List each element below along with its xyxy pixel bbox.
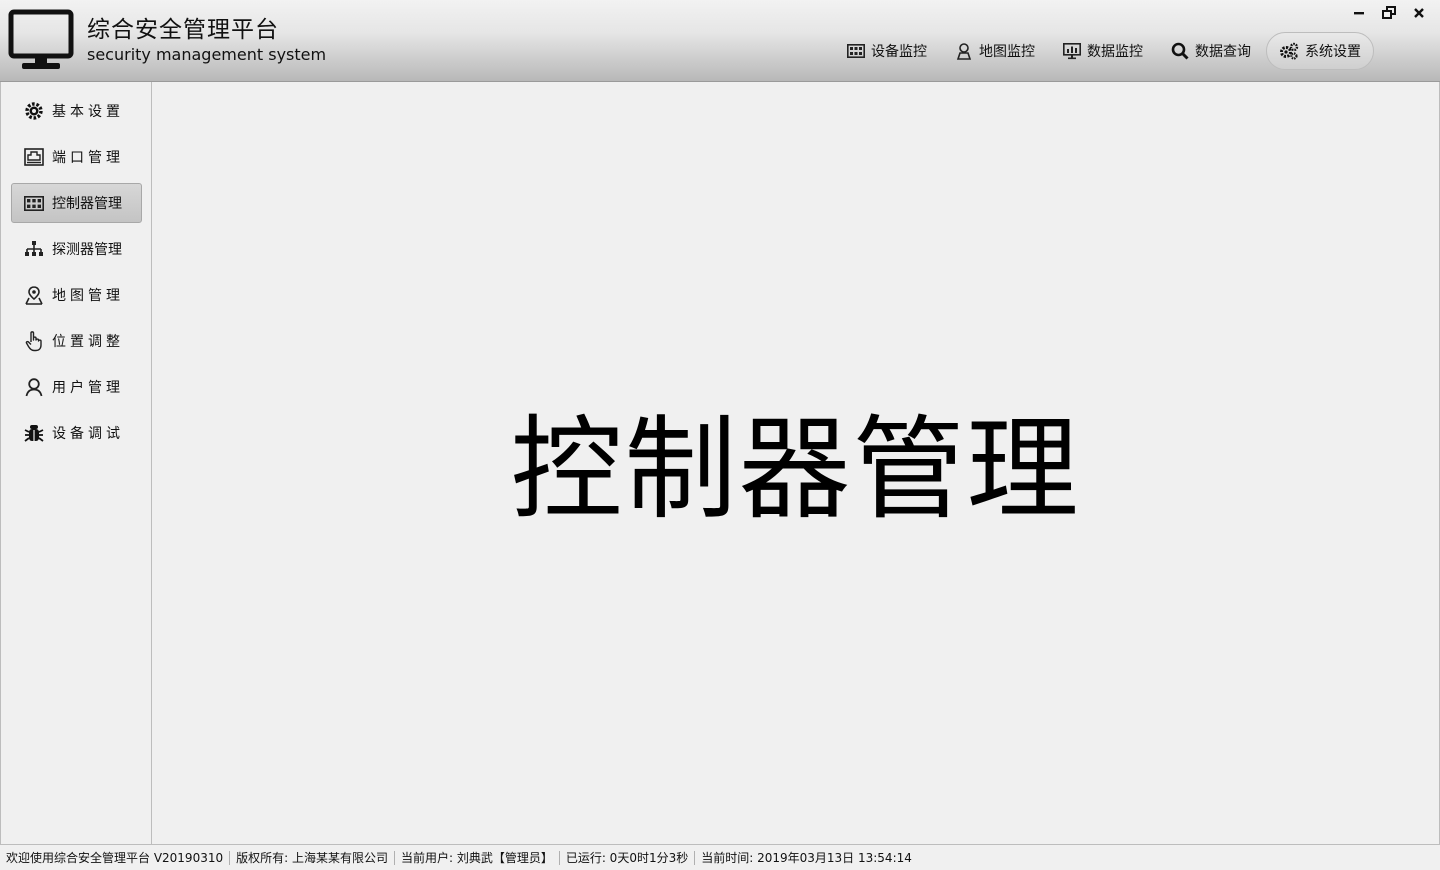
sidebar-item-label: 基本设置 xyxy=(52,104,124,120)
window-controls xyxy=(1346,4,1432,22)
nav-label: 系统设置 xyxy=(1305,44,1361,60)
sidebar-item-controller-management[interactable]: 控制器管理 xyxy=(11,183,142,223)
grid-icon xyxy=(847,44,865,58)
status-copyright: 版权所有: 上海某某有限公司 xyxy=(230,850,395,865)
close-button[interactable] xyxy=(1406,4,1432,22)
gears-icon xyxy=(1280,42,1299,60)
app-subtitle: security management system xyxy=(87,45,327,64)
monitor-chart-icon xyxy=(1063,42,1081,60)
hand-icon xyxy=(25,331,42,352)
status-welcome: 欢迎使用综合安全管理平台 V20190310 xyxy=(6,850,231,865)
status-current-user: 当前用户: 刘典武【管理员】 xyxy=(395,850,560,865)
sidebar-item-label: 控制器管理 xyxy=(52,196,122,212)
nav-label: 地图监控 xyxy=(979,44,1035,60)
sidebar-item-label: 用户管理 xyxy=(52,380,124,396)
close-icon xyxy=(1414,8,1424,18)
restore-button[interactable] xyxy=(1376,4,1402,22)
sitemap-icon xyxy=(25,241,43,256)
bug-icon xyxy=(24,425,44,442)
sidebar-item-device-debug[interactable]: 设备调试 xyxy=(11,413,142,453)
map-person-icon xyxy=(956,43,972,60)
search-icon xyxy=(1171,42,1189,60)
restore-icon xyxy=(1382,6,1396,19)
title-bar: 综合安全管理平台 security management system 设备监控 xyxy=(0,0,1440,82)
nav-data-query[interactable]: 数据查询 xyxy=(1158,32,1264,70)
nav-system-settings[interactable]: 系统设置 xyxy=(1266,32,1374,70)
port-icon xyxy=(24,148,44,166)
main-content: 控制器管理 xyxy=(152,82,1440,844)
sidebar-item-label: 位置调整 xyxy=(52,334,124,350)
sidebar: 基本设置 端口管理 控制器管理 探测器管理 地图管理 位置调整 用户管理 设备调… xyxy=(0,82,152,844)
sidebar-item-basic-settings[interactable]: 基本设置 xyxy=(11,91,142,131)
sidebar-item-label: 地图管理 xyxy=(52,288,124,304)
sidebar-item-detector-management[interactable]: 探测器管理 xyxy=(11,229,142,269)
sidebar-item-map-management[interactable]: 地图管理 xyxy=(11,275,142,315)
nav-label: 设备监控 xyxy=(871,44,927,60)
nav-device-monitor[interactable]: 设备监控 xyxy=(834,32,940,70)
app-title: 综合安全管理平台 xyxy=(87,17,279,43)
sidebar-item-port-management[interactable]: 端口管理 xyxy=(11,137,142,177)
sidebar-item-position-adjust[interactable]: 位置调整 xyxy=(11,321,142,361)
nav-label: 数据监控 xyxy=(1087,44,1143,60)
nav-map-monitor[interactable]: 地图监控 xyxy=(942,32,1048,70)
minimize-button[interactable] xyxy=(1346,4,1372,22)
page-title: 控制器管理 xyxy=(510,405,1081,535)
grid-icon xyxy=(24,195,44,211)
user-icon xyxy=(25,378,43,397)
nav-data-monitor[interactable]: 数据监控 xyxy=(1050,32,1156,70)
gear-icon xyxy=(25,102,43,120)
sidebar-item-label: 探测器管理 xyxy=(52,242,122,258)
sidebar-item-user-management[interactable]: 用户管理 xyxy=(11,367,142,407)
nav-label: 数据查询 xyxy=(1195,44,1251,60)
monitor-logo-icon xyxy=(8,9,74,71)
sidebar-item-label: 端口管理 xyxy=(52,150,124,166)
map-pin-icon xyxy=(25,286,43,305)
status-uptime: 已运行: 0天0时1分3秒 xyxy=(560,850,696,865)
sidebar-item-label: 设备调试 xyxy=(52,426,124,442)
top-navigation: 设备监控 地图监控 数据监控 数据查询 系统设置 xyxy=(834,31,1376,71)
status-bar: 欢迎使用综合安全管理平台 V20190310 版权所有: 上海某某有限公司 当前… xyxy=(0,844,1440,870)
status-current-time: 当前时间: 2019年03月13日 13:54:14 xyxy=(701,850,912,865)
minimize-icon xyxy=(1354,12,1364,15)
